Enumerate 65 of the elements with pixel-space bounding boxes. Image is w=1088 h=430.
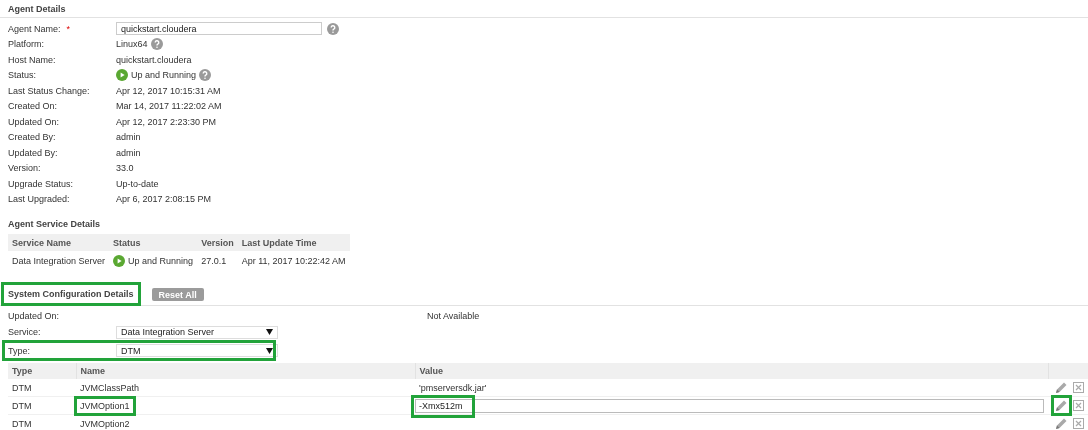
section-title: Agent Service Details	[8, 219, 101, 229]
delete-icon[interactable]	[1073, 418, 1084, 429]
field-value: Apr 12, 2017 10:15:31 AM	[116, 85, 221, 96]
field-value: Up and Running	[131, 70, 197, 81]
field-value: Mar 14, 2017 11:22:02 AM	[116, 101, 222, 112]
field-label: Service:	[8, 327, 42, 337]
play-icon	[113, 255, 126, 267]
field-label: Created By:	[8, 132, 56, 143]
field-label: Platform:	[8, 39, 44, 50]
table-cell: JVMOption1	[77, 398, 133, 413]
column-header: Value	[415, 363, 1048, 379]
table-cell: 27.0.1	[197, 251, 238, 271]
column-header: Status	[109, 234, 198, 251]
dropdown[interactable]: DTM	[116, 344, 278, 357]
field-value: Apr 6, 2017 2:08:15 PM	[116, 194, 212, 205]
help-icon[interactable]	[327, 22, 339, 35]
field-value: admin	[116, 147, 141, 158]
caret-icon	[266, 329, 273, 335]
table-cell: DTM	[8, 396, 76, 415]
field-label: Updated By:	[8, 147, 58, 158]
help-icon[interactable]	[199, 69, 212, 82]
column-header: Type	[8, 363, 76, 379]
input-field[interactable]: -Xmx512m	[415, 398, 1044, 413]
table-cell: DTM	[8, 414, 76, 430]
field-value: Not Available	[427, 311, 481, 321]
field-label: Updated On:	[8, 311, 61, 321]
delete-icon[interactable]	[1073, 382, 1084, 393]
table-cell: Apr 11, 2017 10:22:42 AM	[237, 251, 350, 271]
field-label: Upgrade Status:	[8, 178, 74, 189]
input-field[interactable]: quickstart.cloudera	[116, 22, 322, 36]
column-header: Last Update Time	[237, 234, 350, 251]
table-cell-text: JVMOption2	[79, 417, 131, 430]
table-cell: 'pmserversdk.jar'	[419, 382, 487, 393]
field-label: Host Name:	[8, 54, 56, 65]
field-label: Agent Name:	[8, 23, 61, 34]
dropdown[interactable]: Data Integration Server	[116, 325, 278, 339]
field-value: admin	[116, 132, 141, 143]
table-cell-text: JVMClassPath	[79, 381, 141, 395]
help-icon[interactable]	[150, 38, 163, 51]
field-label: Last Status Change:	[8, 85, 90, 96]
caret-icon	[266, 347, 273, 354]
field-value: quickstart.cloudera	[116, 54, 192, 65]
field-value: 33.0	[116, 163, 134, 174]
pencil-icon[interactable]	[1055, 381, 1068, 394]
table-cell: Data Integration Server	[8, 251, 110, 271]
field-label: Updated On:	[8, 116, 60, 127]
section-title: Agent Details	[8, 4, 66, 14]
field-label: Version:	[8, 163, 41, 174]
field-value: Up-to-date	[116, 178, 159, 189]
field-label: Type:	[8, 345, 31, 356]
pencil-icon[interactable]	[1055, 417, 1068, 430]
play-icon	[116, 69, 128, 82]
section-title: System Configuration Details	[4, 285, 138, 303]
required-mark: *	[66, 23, 71, 34]
column-header: Name	[76, 363, 415, 379]
field-value: Apr 12, 2017 2:23:30 PM	[116, 116, 217, 127]
field-label: Created On:	[8, 101, 58, 112]
field-label: Status:	[8, 70, 36, 81]
field-value: Linux64	[116, 39, 148, 50]
status-text: Up and Running	[128, 256, 194, 266]
field-label: Last Upgraded:	[8, 194, 70, 205]
table-cell: DTM	[8, 379, 76, 397]
column-header: Version	[197, 234, 238, 251]
column-header: Service Name	[8, 234, 110, 251]
delete-icon[interactable]	[1073, 400, 1084, 411]
